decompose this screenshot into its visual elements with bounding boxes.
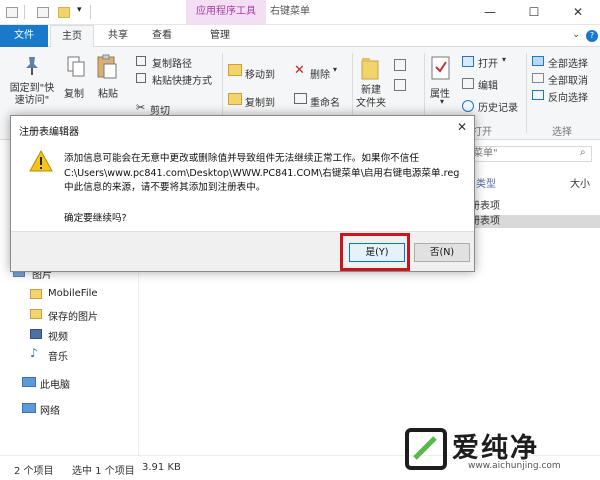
rename-icon [294,93,307,104]
file-row-type[interactable]: 册表项 [470,200,600,213]
pin-quick-access-button[interactable]: 固定到"快 速访问" [6,83,58,107]
select-none-icon [532,73,544,83]
new-item-icon[interactable] [394,59,406,71]
minimize-button[interactable]: — [468,0,512,25]
dialog-message: 添加信息可能会在无意中更改或删除值并导致组件无法继续正常工作。如果你不信任 C:… [64,152,474,196]
this-pc-icon [22,377,36,387]
video-icon [30,329,42,339]
contextual-tab-group-label: 应用程序工具 [186,0,266,25]
move-to-icon [228,64,242,76]
delete-button[interactable]: 删除 [310,66,330,81]
dialog-message-line: C:\Users\www.pc841.com\Desktop\WWW.PC841… [64,167,460,179]
tab-manage[interactable]: 管理 [188,25,252,47]
open-icon [462,56,474,67]
divider [90,5,91,19]
invert-selection-icon [532,90,544,100]
new-folder-icon [361,58,379,80]
copy-path-icon [136,56,146,66]
properties-quick-icon[interactable] [37,7,49,18]
watermark-text: 爱纯净 [452,433,539,464]
delete-icon: ✕ [294,63,305,78]
window-title: 右键菜单 [270,6,310,17]
status-item-count: 2 个项目 [14,466,54,477]
paste-shortcut-icon [136,73,146,83]
open-button[interactable]: 打开 [478,55,498,70]
column-header-size[interactable]: 大小 [570,175,590,190]
cut-icon: ✂ [136,101,146,114]
copy-to-icon [228,93,242,105]
column-header-type[interactable]: 类型 [476,175,496,190]
file-row-type-selected[interactable]: 册表项 [470,215,600,228]
tab-share[interactable]: 共享 [96,25,140,47]
close-button[interactable]: ✕ [556,0,600,25]
ribbon-expand-icon[interactable]: ⌄ [572,29,580,40]
nav-item-music[interactable]: 音乐 [48,348,68,363]
watermark-url: www.aichunjing.com [468,461,561,471]
new-folder-button[interactable]: 新建 文件夹 [356,84,386,110]
tab-file[interactable]: 文件 [0,25,48,47]
no-button[interactable]: 否(N) [414,243,470,262]
dialog-message-line: 中此信息的来源，请不要将其添加到注册表中。 [64,182,266,193]
select-none-button[interactable]: 全部取消 [548,72,588,87]
select-all-button[interactable]: 全部选择 [548,55,588,70]
nav-item-this-pc[interactable]: 此电脑 [40,376,70,391]
warning-icon [29,150,53,172]
paste-icon [97,54,117,79]
dialog-title: 注册表编辑器 [19,127,79,138]
music-icon: ♪ [30,346,38,360]
folder-icon [30,289,42,299]
help-icon[interactable]: ? [586,30,598,42]
easy-access-icon[interactable] [394,79,406,91]
status-selected: 选中 1 个项目 [72,466,135,477]
history-button[interactable]: 历史记录 [478,99,518,114]
ribbon-tabs: 文件 主页 共享 查看 管理 ⌄ ? [0,25,600,48]
delete-dropdown-icon[interactable]: ▾ [333,65,337,74]
properties-dropdown-icon[interactable]: ▾ [440,97,444,106]
copy-button[interactable]: 复制 [64,85,84,100]
nav-item-mobilefile[interactable]: MobileFile [48,288,98,299]
copy-path-button[interactable]: 复制路径 [152,55,192,70]
new-folder-quick-icon[interactable] [58,7,70,18]
select-all-icon [532,56,544,66]
group-label-select: 选择 [552,127,572,138]
properties-icon [431,56,450,80]
copy-to-button[interactable]: 复制到 [245,94,275,109]
folder-icon [30,309,42,319]
invert-selection-button[interactable]: 反向选择 [548,89,588,104]
paste-button[interactable]: 粘贴 [98,85,118,100]
tab-home[interactable]: 主页 [50,25,94,48]
divider [24,5,25,19]
group-label-open: 打开 [472,127,492,138]
maximize-button[interactable]: ☐ [512,0,556,25]
history-icon [462,100,474,112]
open-dropdown-icon[interactable]: ▾ [502,55,506,64]
edit-button[interactable]: 编辑 [478,77,498,92]
copy-icon [67,56,85,77]
move-to-button[interactable]: 移动到 [245,66,275,81]
network-icon [22,403,36,413]
tab-view[interactable]: 查看 [140,25,184,47]
nav-item-videos[interactable]: 视频 [48,328,68,343]
dialog-close-button[interactable]: ✕ [457,120,467,134]
window-icon [6,7,18,18]
dialog-confirm-question: 确定要继续吗? [64,213,127,224]
edit-icon [462,78,474,89]
dialog-message-line: 添加信息可能会在无意中更改或删除值并导致组件无法继续正常工作。如果你不信任 [64,153,419,164]
quick-access-dropdown-icon[interactable]: ▾ [77,5,82,18]
pin-icon [26,57,38,75]
search-icon[interactable]: ⌕ [580,147,586,158]
rename-button[interactable]: 重命名 [310,94,340,109]
divider [526,53,527,133]
status-size: 3.91 KB [142,462,181,473]
nav-item-saved-pictures[interactable]: 保存的图片 [48,308,98,323]
search-input[interactable]: 菜单" [470,146,592,162]
paste-shortcut-button[interactable]: 粘贴快捷方式 [152,72,212,87]
yes-button-highlight [340,233,410,271]
title-bar: ▾ 应用程序工具 右键菜单 — ☐ ✕ [0,0,600,25]
nav-item-network[interactable]: 网络 [40,402,60,417]
watermark-logo-icon [405,428,447,470]
